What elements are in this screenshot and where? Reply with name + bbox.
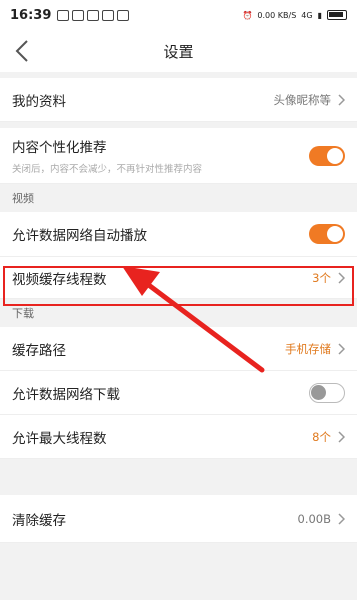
cache-threads-value: 3个 bbox=[312, 270, 331, 285]
chevron-right-icon bbox=[338, 93, 345, 106]
max-threads-value: 8个 bbox=[312, 429, 331, 444]
chevron-right-icon bbox=[338, 342, 345, 355]
cache-path-label: 缓存路径 bbox=[12, 342, 66, 359]
back-arrow-icon[interactable] bbox=[12, 38, 34, 64]
status-time: 16:39 bbox=[10, 7, 52, 23]
row-auto-play: 允许数据网络自动播放 bbox=[0, 212, 357, 257]
clear-cache-value: 0.00B bbox=[297, 511, 332, 526]
toggle-knob bbox=[327, 147, 343, 164]
row-clear-cache[interactable]: 清除缓存 0.00B bbox=[0, 495, 357, 543]
app-notification-icon bbox=[117, 9, 130, 21]
status-bar: 16:39 ⏰ 0.00 KB/S 4G ▮ bbox=[0, 0, 357, 30]
row-cache-path[interactable]: 缓存路径 手机存储 bbox=[0, 327, 357, 371]
mobile-download-toggle[interactable] bbox=[309, 382, 345, 403]
cache-threads-label: 视频缓存线程数 bbox=[12, 271, 107, 288]
clear-cache-label: 清除缓存 bbox=[12, 512, 66, 529]
app-notification-icon bbox=[72, 9, 85, 21]
page-title: 设置 bbox=[163, 42, 194, 61]
personalization-label: 内容个性化推荐 bbox=[12, 140, 107, 156]
app-notification-icon bbox=[102, 9, 115, 21]
personalization-text: 内容个性化推荐 关闭后，内容不会减少，不再针对性推荐内容 bbox=[12, 136, 309, 175]
row-cache-threads[interactable]: 视频缓存线程数 3个 bbox=[0, 257, 357, 299]
max-threads-label: 允许最大线程数 bbox=[12, 430, 107, 447]
alarm-icon: ⏰ bbox=[242, 10, 253, 20]
chevron-right-icon bbox=[338, 512, 345, 525]
status-right: ⏰ 0.00 KB/S 4G ▮ bbox=[242, 10, 347, 20]
row-personalization: 内容个性化推荐 关闭后，内容不会减少，不再针对性推荐内容 bbox=[0, 128, 357, 184]
signal-icon: ▮ bbox=[317, 10, 322, 20]
section-title-download: 下载 bbox=[0, 299, 357, 327]
personalization-toggle[interactable] bbox=[309, 145, 345, 166]
network-label: 4G bbox=[301, 10, 313, 20]
app-notification-icon bbox=[87, 9, 100, 21]
profile-label: 我的资料 bbox=[12, 93, 66, 110]
profile-value: 头像昵称等 bbox=[273, 92, 332, 107]
mobile-download-label: 允许数据网络下载 bbox=[12, 386, 120, 403]
notification-icons bbox=[57, 9, 130, 21]
row-max-threads[interactable]: 允许最大线程数 8个 bbox=[0, 415, 357, 459]
row-mobile-download: 允许数据网络下载 bbox=[0, 371, 357, 415]
row-profile[interactable]: 我的资料 头像昵称等 bbox=[0, 78, 357, 122]
auto-play-label: 允许数据网络自动播放 bbox=[12, 228, 147, 244]
auto-play-toggle[interactable] bbox=[309, 224, 345, 244]
toggle-knob bbox=[311, 384, 326, 400]
header: 设置 bbox=[0, 30, 357, 72]
net-speed: 0.00 KB/S bbox=[257, 10, 297, 20]
chevron-right-icon bbox=[338, 430, 345, 443]
divider bbox=[0, 459, 357, 495]
personalization-sub: 关闭后，内容不会减少，不再针对性推荐内容 bbox=[12, 164, 203, 175]
toggle-knob bbox=[327, 226, 343, 242]
section-title-video: 视频 bbox=[0, 184, 357, 212]
cache-path-value: 手机存储 bbox=[285, 341, 331, 356]
battery-icon bbox=[327, 10, 347, 20]
app-notification-icon bbox=[57, 9, 70, 21]
chevron-right-icon bbox=[338, 271, 345, 284]
